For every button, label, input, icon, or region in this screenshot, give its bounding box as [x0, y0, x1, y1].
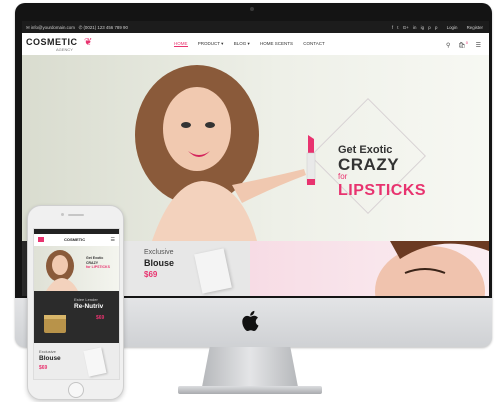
mobile-hero-line-3: for LIPSTICKS	[86, 265, 110, 269]
product-box-image	[194, 248, 232, 294]
mobile-hero-text: Get Exotic CRAZY for LIPSTICKS	[86, 256, 110, 270]
nav-blog[interactable]: BLOG ▾	[234, 41, 250, 46]
logo-subtext: AGENCY	[56, 47, 73, 52]
hero-line-3: for	[338, 172, 348, 181]
smartphone-frame: ☰ COSMETIC Get Exotic CRAZY for LIPSTICK…	[27, 205, 124, 400]
cart-count: 0	[465, 40, 468, 45]
promo-panel-blouse[interactable]: Exclusive Blouse $69	[122, 241, 250, 296]
cream-jar-image	[44, 315, 66, 333]
logo-text[interactable]: COSMETIC	[26, 37, 78, 47]
header-icons: ⚲ 🛍0 ☰	[440, 40, 481, 49]
register-link[interactable]: Register	[467, 25, 483, 30]
mobile-promo-title: Re-Nutriv	[74, 303, 104, 310]
mobile-promo-label: Estee Lender	[74, 297, 98, 302]
mobile-product-box	[83, 347, 107, 377]
apple-logo-icon	[242, 310, 259, 331]
main-nav: HOME PRODUCT ▾ BLOG ▾ HOME SCENTS CONTAC…	[174, 41, 334, 47]
phone-number: (0021) 123 456 789 90	[83, 24, 128, 30]
menu-icon[interactable]: ☰	[476, 43, 481, 49]
mobile-logo[interactable]: COSMETIC	[64, 237, 85, 242]
mobile-promo-light[interactable]: Exclusive Blouse $69	[34, 343, 119, 379]
topbar-right: f t G+ in ig p p Login Register	[389, 25, 483, 30]
mobile-promo2-title: Blouse	[39, 355, 61, 362]
mobile-website-screen: ☰ COSMETIC Get Exotic CRAZY for LIPSTICK…	[33, 228, 120, 380]
mobile-promo-dark[interactable]: Estee Lender Re-Nutriv $69	[34, 291, 119, 343]
hero-line-4: LIPSTICKS	[338, 182, 427, 199]
mobile-nav-icon[interactable]: ☰	[111, 237, 115, 243]
search-icon[interactable]: ⚲	[446, 43, 450, 49]
top-contact-bar: ✉ info@yourdomain.com ✆ (0021) 123 456 7…	[22, 21, 489, 33]
pinterest-icon-2[interactable]: p	[435, 25, 437, 30]
email-link[interactable]: info@yourdomain.com	[31, 25, 75, 30]
cart-icon[interactable]: 🛍0	[458, 40, 468, 49]
nav-product[interactable]: PRODUCT ▾	[198, 41, 224, 46]
mobile-model-photo	[46, 250, 78, 291]
google-plus-icon[interactable]: G+	[403, 25, 409, 30]
phone-home-button[interactable]	[68, 382, 84, 398]
phone-camera	[61, 213, 64, 216]
model-photo	[135, 65, 306, 241]
promo-title: Blouse	[144, 258, 175, 268]
site-header: COSMETIC AGENCY ❦ HOME PRODUCT ▾ BLOG ▾ …	[22, 33, 489, 56]
linkedin-icon[interactable]: in	[413, 25, 416, 30]
eye-photo	[375, 241, 489, 296]
promo-price: $69	[144, 270, 158, 279]
nav-contact[interactable]: CONTACT	[303, 41, 324, 46]
mobile-promo2-label: Exclusive	[39, 349, 56, 354]
nav-home[interactable]: HOME	[174, 41, 188, 47]
mobile-promo-price: $69	[96, 315, 105, 321]
login-link[interactable]: Login	[447, 25, 458, 30]
mobile-menu-icon[interactable]	[38, 237, 44, 242]
promo-label: Exclusive	[144, 249, 174, 256]
imac-stand-base	[178, 386, 322, 394]
phone-speaker	[68, 214, 84, 216]
lipstick-icon	[306, 135, 316, 185]
contact-info: ✉ info@yourdomain.com ✆ (0021) 123 456 7…	[26, 24, 128, 30]
promo-panel-eye[interactable]	[250, 241, 489, 296]
webcam	[250, 7, 254, 11]
facebook-icon[interactable]: f	[392, 25, 393, 30]
mobile-hero: Get Exotic CRAZY for LIPSTICKS	[34, 246, 119, 291]
instagram-icon[interactable]: ig	[421, 25, 424, 30]
logo-lips-icon: ❦	[84, 37, 93, 48]
mobile-promo2-price: $69	[39, 365, 48, 371]
imac-stand	[202, 347, 298, 387]
twitter-icon[interactable]: t	[397, 25, 398, 30]
nav-home-scents[interactable]: HOME SCENTS	[260, 41, 293, 46]
pinterest-icon[interactable]: p	[428, 25, 430, 30]
